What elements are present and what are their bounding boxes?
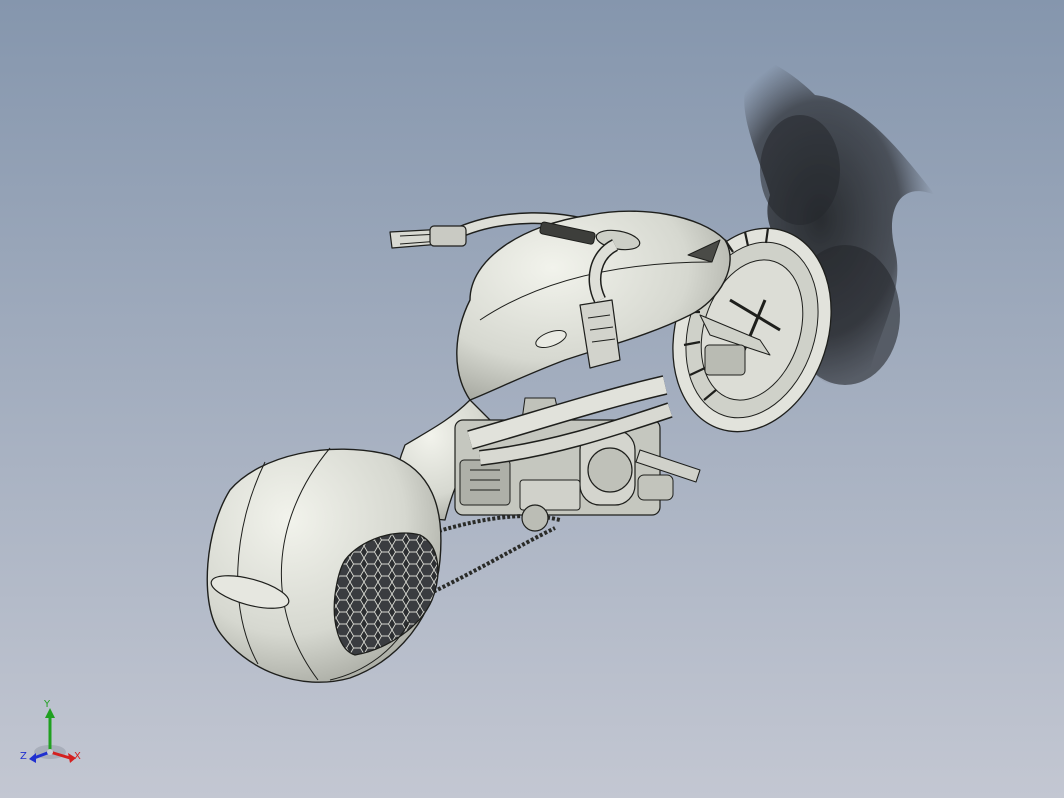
z-axis-label: Z — [20, 751, 27, 762]
model-view[interactable] — [0, 0, 1064, 798]
front-caliper — [704, 344, 746, 376]
x-axis-label: X — [74, 751, 81, 762]
y-axis-label: Y — [44, 699, 51, 710]
z-axis-arrow — [29, 753, 36, 763]
graphics-viewport[interactable]: Y X Z — [0, 0, 1064, 798]
front-sprocket — [521, 504, 549, 532]
coordinate-triad[interactable]: Y X Z — [18, 700, 88, 775]
triad-origin — [47, 749, 53, 755]
